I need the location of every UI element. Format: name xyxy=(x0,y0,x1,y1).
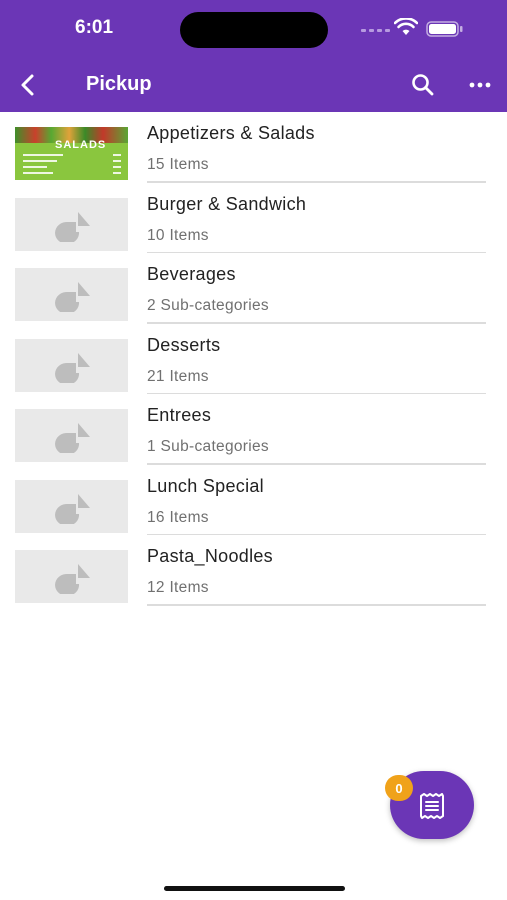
category-count: 16 Items xyxy=(147,508,209,526)
category-thumbnail xyxy=(15,197,128,251)
category-count: 12 Items xyxy=(147,579,209,596)
category-row-lunch-special[interactable]: Lunch Special 16 Items xyxy=(0,465,507,535)
category-thumbnail-salads: SALADS xyxy=(15,127,128,180)
search-button[interactable] xyxy=(410,72,436,98)
battery-icon xyxy=(426,21,463,37)
more-options-button[interactable] xyxy=(466,76,494,94)
image-placeholder-icon xyxy=(55,282,90,312)
category-row-appetizers-salads[interactable]: SALADS Appetizers & Salads 15 Items xyxy=(0,112,507,183)
category-count: 15 Items xyxy=(147,156,209,173)
home-indicator[interactable] xyxy=(164,886,345,891)
category-list: SALADS Appetizers & Salads 15 Items Burg… xyxy=(0,112,507,606)
cellular-signal-icon xyxy=(361,29,390,32)
category-row-pasta-noodles[interactable]: Pasta_Noodles 12 Items xyxy=(0,535,507,606)
category-thumbnail xyxy=(15,338,128,392)
image-placeholder-icon xyxy=(55,352,90,383)
category-name: Desserts xyxy=(147,334,221,355)
image-placeholder-icon xyxy=(55,211,90,242)
category-row-beverages[interactable]: Beverages 2 Sub-categories xyxy=(0,253,507,324)
category-thumbnail xyxy=(15,409,128,462)
category-thumbnail xyxy=(15,479,128,533)
image-placeholder-icon xyxy=(55,564,90,594)
image-placeholder-icon xyxy=(55,423,90,453)
app-header: 6:01 Pickup xyxy=(0,0,507,112)
category-row-entrees[interactable]: Entrees 1 Sub-categories xyxy=(0,394,507,465)
category-thumbnail xyxy=(15,550,128,603)
category-thumbnail xyxy=(15,268,128,321)
pickup-screen: 6:01 Pickup SALADS Appetizers & Salads 1… xyxy=(0,0,507,900)
row-divider xyxy=(147,604,486,606)
category-name: Appetizers & Salads xyxy=(147,123,315,143)
back-button[interactable] xyxy=(14,71,42,99)
wifi-icon xyxy=(394,18,418,35)
category-name: Burger & Sandwich xyxy=(147,193,307,214)
image-placeholder-icon xyxy=(55,493,90,524)
category-row-burger-sandwich[interactable]: Burger & Sandwich 10 Items xyxy=(0,183,507,253)
chevron-left-icon xyxy=(21,74,34,96)
category-name: Beverages xyxy=(147,264,236,284)
category-count: 21 Items xyxy=(147,367,209,385)
page-title: Pickup xyxy=(86,73,152,95)
category-count: 10 Items xyxy=(147,226,209,244)
dynamic-island xyxy=(180,12,328,48)
status-time: 6:01 xyxy=(75,17,114,38)
cart-count-badge: 0 xyxy=(385,775,413,801)
ellipsis-icon xyxy=(469,82,491,88)
category-name: Pasta_Noodles xyxy=(147,546,273,566)
category-name: Entrees xyxy=(147,405,212,425)
category-name: Lunch Special xyxy=(147,475,264,496)
receipt-icon xyxy=(420,793,444,819)
category-count: 2 Sub-categories xyxy=(147,297,269,314)
category-row-desserts[interactable]: Desserts 21 Items xyxy=(0,324,507,394)
thumbnail-text: SALADS xyxy=(55,139,107,151)
category-count: 1 Sub-categories xyxy=(147,438,269,455)
search-icon xyxy=(412,74,434,96)
